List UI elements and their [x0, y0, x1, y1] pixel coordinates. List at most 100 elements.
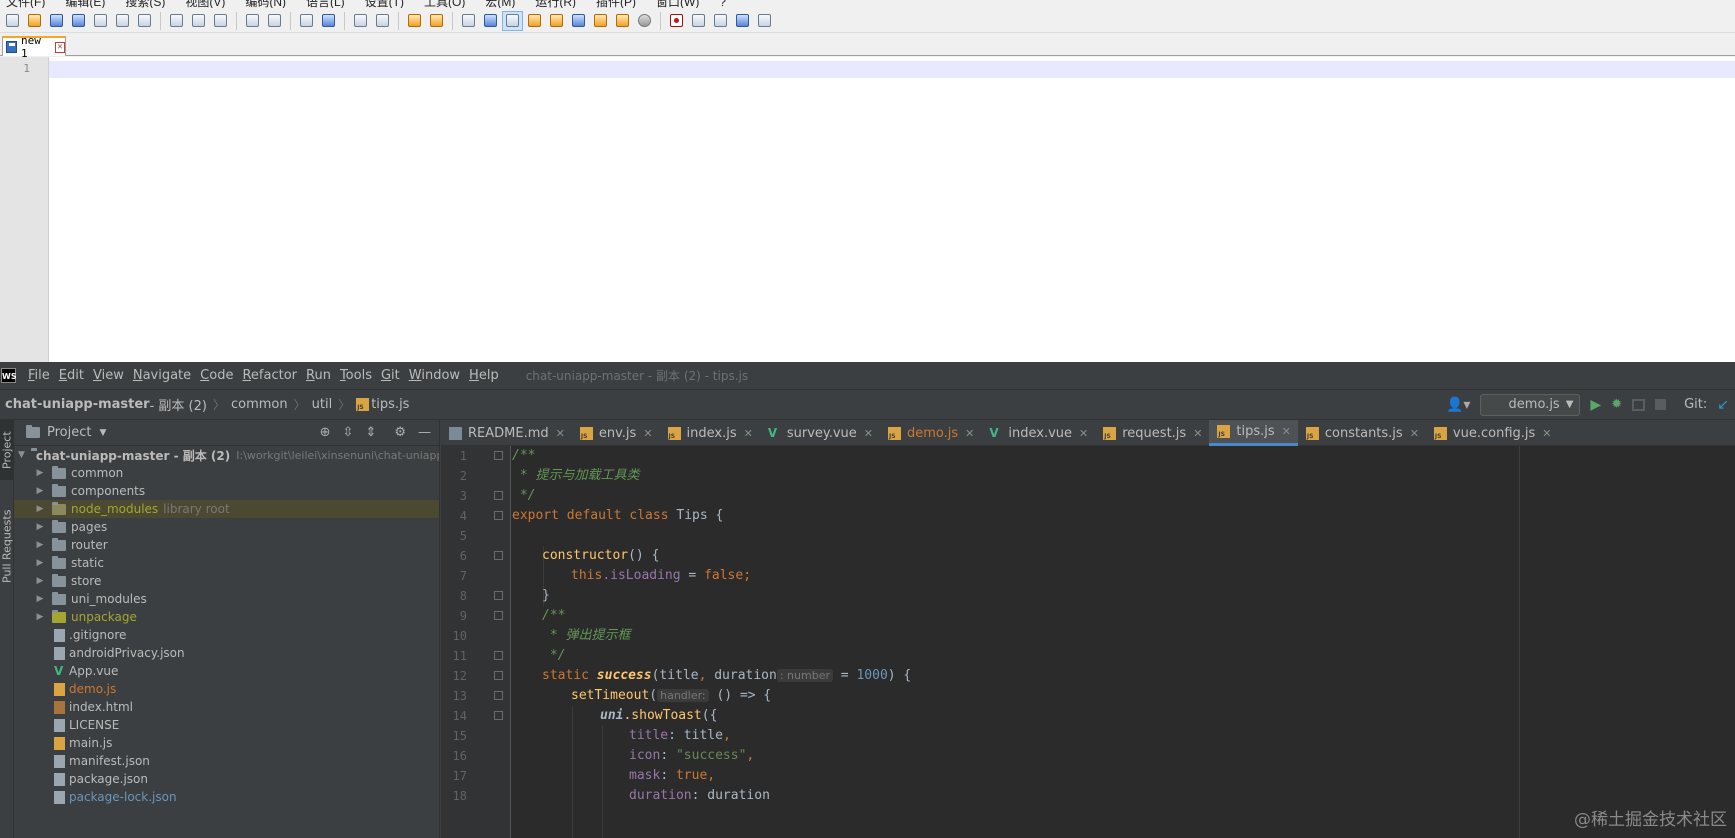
fold-marker-icon[interactable]	[494, 551, 503, 560]
folder-icon[interactable]	[613, 12, 632, 30]
breadcrumb-util[interactable]: util	[312, 397, 333, 412]
save-icon[interactable]	[47, 12, 66, 30]
menu-plugins[interactable]: 插件(P)	[596, 0, 636, 8]
menu-macro[interactable]: 宏(M)	[485, 0, 515, 8]
sync-vertical-icon[interactable]	[405, 12, 424, 30]
tree-file-gitignore[interactable]: .gitignore	[14, 626, 439, 644]
user-icon[interactable]: 👤▾	[1446, 397, 1470, 413]
minimize-icon[interactable]: —	[418, 425, 431, 440]
menu-encoding[interactable]: 编码(N)	[245, 0, 286, 8]
tree-folder-unpackage[interactable]: ▶ unpackage	[14, 608, 439, 626]
menu-code[interactable]: Code	[200, 368, 233, 383]
project-panel-title[interactable]: Project	[47, 425, 91, 440]
tab-index-js[interactable]: index.js ✕	[660, 420, 760, 446]
collapse-all-icon[interactable]: ⇕	[365, 425, 376, 440]
code-editor[interactable]: 1 2 3 4 5 6 7 8 9 10 11 12 13 14 15 16 1…	[441, 446, 1735, 838]
close-all-icon[interactable]	[113, 12, 132, 30]
close-icon[interactable]: ✕	[1079, 427, 1088, 440]
breadcrumb-file[interactable]: tips.js	[371, 397, 409, 412]
side-tab-project[interactable]: Project	[0, 420, 14, 480]
find-icon[interactable]	[297, 12, 316, 30]
record-macro-icon[interactable]	[667, 12, 686, 30]
udl-icon[interactable]	[525, 12, 544, 30]
tree-file-demo-js[interactable]: demo.js	[14, 680, 439, 698]
tree-file-license[interactable]: LICENSE	[14, 716, 439, 734]
tree-folder-store[interactable]: ▶ store	[14, 572, 439, 590]
tab-constants-js[interactable]: constants.js ✕	[1298, 420, 1426, 446]
menu-refactor[interactable]: Refactor	[242, 368, 297, 383]
run-macro-multiple-icon[interactable]	[733, 12, 752, 30]
doc-map-icon[interactable]	[547, 12, 566, 30]
play-macro-icon[interactable]	[711, 12, 730, 30]
fold-marker-icon[interactable]	[494, 611, 503, 620]
indent-guide-icon[interactable]	[502, 10, 523, 31]
tab-new-1[interactable]: new 1 ✕	[2, 34, 66, 60]
menu-settings[interactable]: 设置(T)	[365, 0, 404, 8]
tab-survey-vue[interactable]: Vsurvey.vue ✕	[760, 420, 880, 446]
open-file-icon[interactable]	[25, 12, 44, 30]
paste-icon[interactable]	[211, 12, 230, 30]
menu-navigate[interactable]: Navigate	[133, 368, 191, 383]
stop-icon[interactable]	[1655, 399, 1667, 410]
close-icon[interactable]: ✕	[864, 427, 873, 440]
menu-file[interactable]: File	[28, 368, 50, 383]
fold-marker-icon[interactable]	[494, 451, 503, 460]
tab-env-js[interactable]: env.js ✕	[572, 420, 660, 446]
tree-folder-router[interactable]: ▶ router	[14, 536, 439, 554]
zoom-in-icon[interactable]	[351, 12, 370, 30]
tab-tips-js[interactable]: tips.js ✕	[1209, 420, 1298, 446]
close-tab-icon[interactable]: ✕	[54, 41, 65, 53]
save-macro-icon[interactable]	[755, 12, 774, 30]
close-icon[interactable]: ✕	[643, 427, 652, 440]
menu-edit[interactable]: Edit	[59, 368, 84, 383]
menu-edit[interactable]: 编辑(E)	[65, 0, 105, 8]
cut-icon[interactable]	[167, 12, 186, 30]
breadcrumb-common[interactable]: common	[231, 397, 288, 412]
menu-tools[interactable]: Tools	[340, 368, 372, 383]
menu-window[interactable]: 窗口(W)	[656, 0, 699, 8]
menu-view[interactable]: View	[93, 368, 124, 383]
run-config-selector[interactable]: demo.js ▼	[1480, 393, 1581, 416]
tree-folder-components[interactable]: ▶ components	[14, 482, 439, 500]
tree-folder-pages[interactable]: ▶ pages	[14, 518, 439, 536]
word-wrap-icon[interactable]	[459, 12, 478, 30]
menu-view[interactable]: 视图(V)	[185, 0, 225, 8]
git-update-icon[interactable]: ↙	[1717, 397, 1729, 413]
close-icon[interactable]: ✕	[1193, 427, 1202, 440]
expand-all-icon[interactable]: ⇳	[343, 425, 354, 440]
folder-workspace-icon[interactable]	[591, 12, 610, 30]
tab-demo-js[interactable]: demo.js ✕	[880, 420, 981, 446]
close-file-icon[interactable]	[91, 12, 110, 30]
menu-language[interactable]: 语言(L)	[306, 0, 345, 8]
show-all-chars-icon[interactable]	[481, 12, 500, 30]
close-icon[interactable]: ✕	[1282, 425, 1291, 438]
tree-folder-node-modules[interactable]: ▶ node_modules library root	[14, 500, 439, 518]
tree-file-main-js[interactable]: main.js	[14, 734, 439, 752]
tree-file-package-lock[interactable]: package-lock.json	[14, 788, 439, 806]
side-tab-pull-requests[interactable]: Pull Requests	[0, 496, 14, 596]
fold-marker-icon[interactable]	[494, 511, 503, 520]
tree-folder-common[interactable]: ▶ common	[14, 464, 439, 482]
fold-marker-icon[interactable]	[494, 491, 503, 500]
new-file-icon[interactable]	[3, 12, 22, 30]
tab-request-js[interactable]: request.js ✕	[1095, 420, 1209, 446]
tab-index-vue[interactable]: Vindex.vue ✕	[981, 420, 1095, 446]
chevron-down-icon[interactable]: ▼	[99, 428, 106, 438]
coverage-icon[interactable]	[1632, 398, 1646, 411]
tree-folder-uni-modules[interactable]: ▶ uni_modules	[14, 590, 439, 608]
copy-icon[interactable]	[189, 12, 208, 30]
monitoring-icon[interactable]	[635, 12, 654, 30]
tree-file-index-html[interactable]: index.html	[14, 698, 439, 716]
menu-file[interactable]: 文件(F)	[6, 0, 45, 8]
fold-marker-icon[interactable]	[494, 691, 503, 700]
fold-marker-icon[interactable]	[494, 651, 503, 660]
replace-icon[interactable]	[319, 12, 338, 30]
close-icon[interactable]: ✕	[1410, 427, 1419, 440]
close-icon[interactable]: ✕	[965, 427, 974, 440]
locate-icon[interactable]: ⊕	[320, 425, 331, 440]
tree-file-app-vue[interactable]: V App.vue	[14, 662, 439, 680]
redo-icon[interactable]	[265, 12, 284, 30]
save-all-icon[interactable]	[69, 12, 88, 30]
breadcrumb-project[interactable]: chat-uniapp-master	[5, 397, 150, 412]
tab-readme-md[interactable]: README.md ✕	[441, 420, 572, 446]
